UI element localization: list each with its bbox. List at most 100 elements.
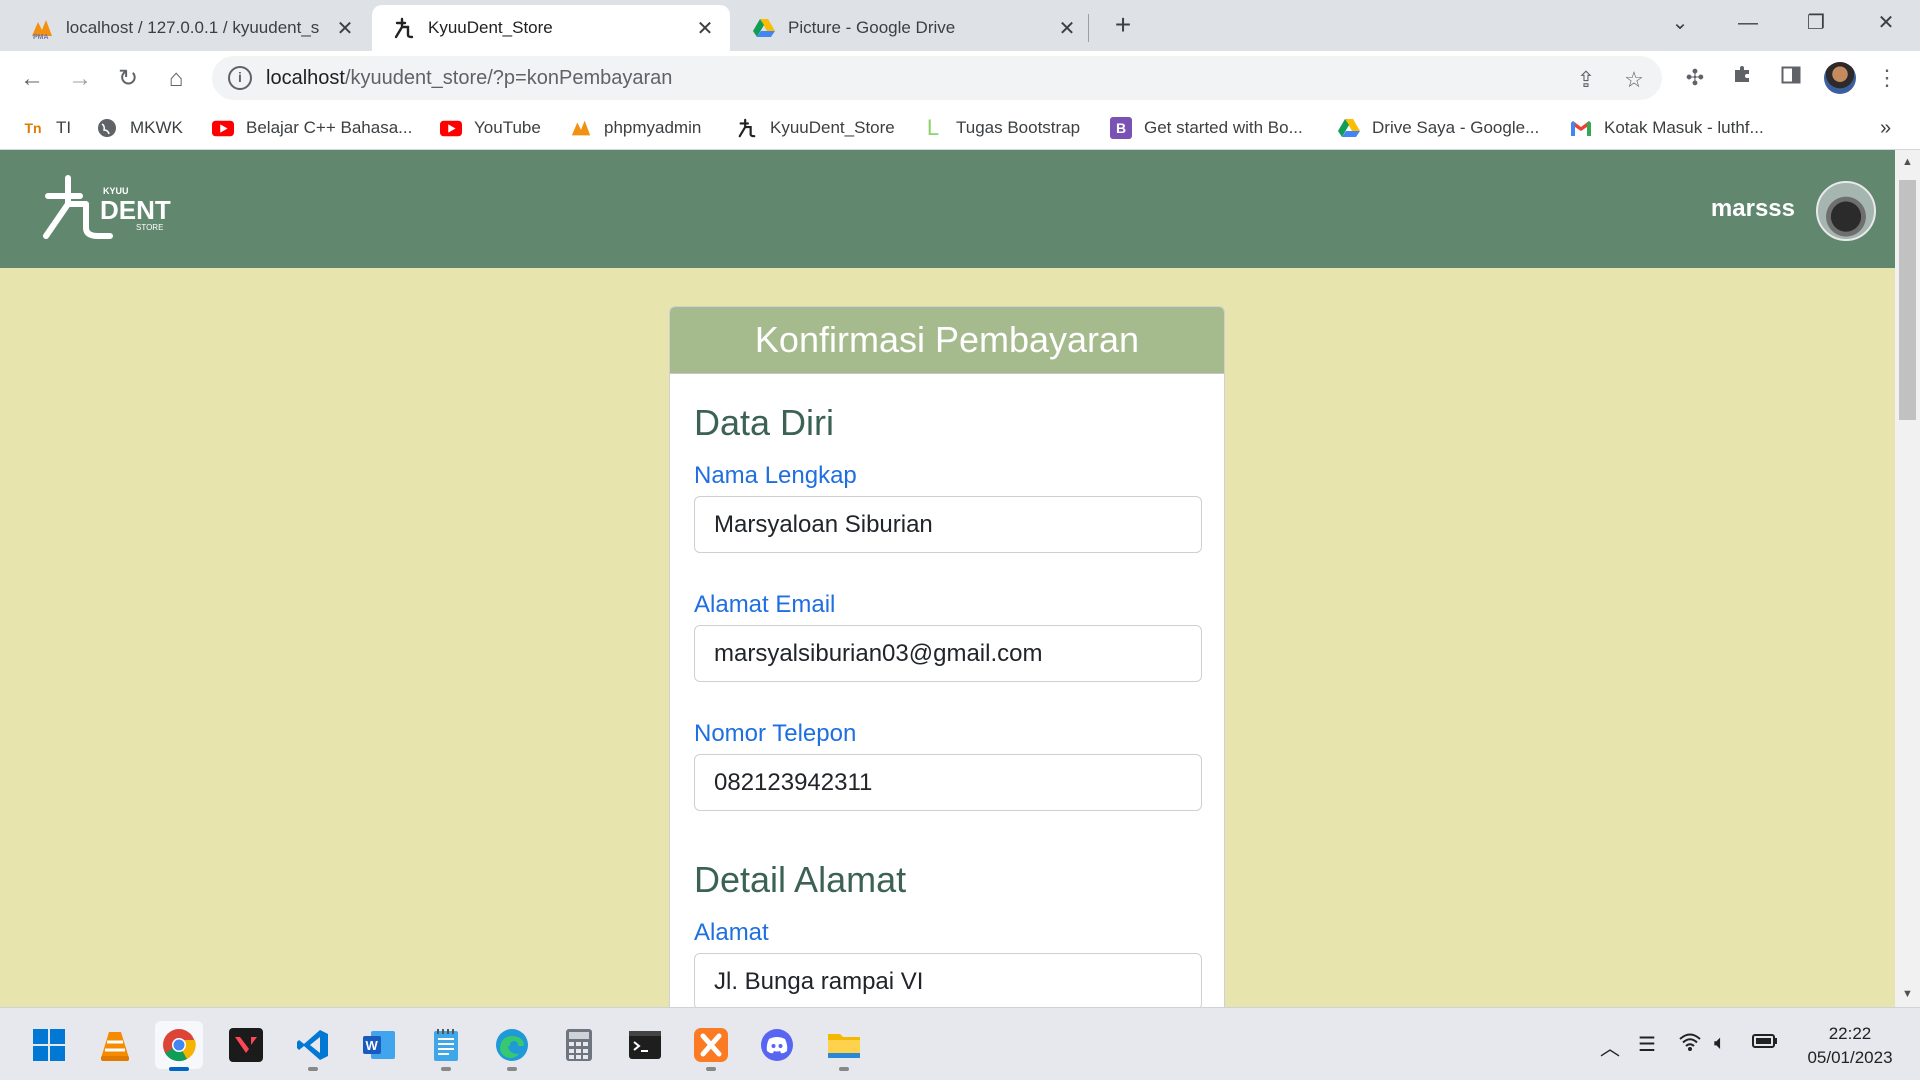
clock-date: 05/01/2023 bbox=[1807, 1048, 1893, 1067]
google-drive-icon bbox=[1338, 117, 1360, 139]
system-clock[interactable]: 22:22 05/01/2023 bbox=[1790, 1022, 1910, 1070]
more-bookmarks-button[interactable]: » bbox=[1880, 115, 1891, 141]
youtube-icon bbox=[440, 117, 462, 139]
bootstrap-icon: B bbox=[1110, 117, 1132, 139]
clock-time: 22:22 bbox=[1828, 1024, 1872, 1043]
home-button[interactable]: ⌂ bbox=[160, 63, 192, 95]
minimize-button[interactable]: — bbox=[1728, 8, 1768, 38]
phone-input[interactable] bbox=[694, 754, 1202, 811]
tab-title: localhost / 127.0.0.1 / kyuudent_s bbox=[66, 18, 320, 37]
bookmark-l-icon: L bbox=[926, 115, 940, 140]
xampp-icon[interactable] bbox=[687, 1021, 735, 1071]
discord-icon[interactable] bbox=[753, 1021, 801, 1069]
bookmark-bootstrap[interactable]: B Get started with Bo... bbox=[1110, 115, 1303, 141]
bookmark-gmail[interactable]: Kotak Masuk - luthf... bbox=[1570, 115, 1764, 141]
tab-search-icon[interactable]: ⌄ bbox=[1660, 8, 1700, 38]
notepad-icon[interactable] bbox=[422, 1021, 470, 1071]
bookmark-drive[interactable]: Drive Saya - Google... bbox=[1338, 115, 1539, 141]
bookmark-mkwk[interactable]: MKWK bbox=[96, 115, 183, 141]
phpmyadmin-icon bbox=[570, 117, 592, 139]
site-info-icon[interactable]: i bbox=[228, 66, 252, 90]
bookmark-youtube[interactable]: YouTube bbox=[440, 115, 541, 141]
address-label: Alamat bbox=[694, 919, 769, 946]
battery-icon[interactable] bbox=[1752, 1032, 1778, 1055]
back-button[interactable]: ← bbox=[16, 63, 48, 95]
scrollbar-thumb[interactable] bbox=[1899, 180, 1916, 420]
gmail-icon bbox=[1570, 117, 1592, 139]
scroll-down-arrow-icon[interactable]: ▼ bbox=[1895, 988, 1920, 1000]
vlc-icon[interactable] bbox=[91, 1021, 139, 1069]
windows-start-icon[interactable] bbox=[25, 1021, 73, 1069]
kyuudent-logo[interactable]: KYUU DENT STORE bbox=[40, 174, 180, 244]
phone-label: Nomor Telepon bbox=[694, 720, 857, 747]
tab-google-drive[interactable]: Picture - Google Drive ✕ bbox=[732, 5, 1092, 51]
calculator-icon[interactable] bbox=[555, 1021, 603, 1069]
bookmark-tugas-bootstrap[interactable]: L Tugas Bootstrap bbox=[922, 115, 1080, 141]
wifi-icon[interactable] bbox=[1678, 1032, 1702, 1058]
bookmark-belajar-cpp[interactable]: Belajar C++ Bahasa... bbox=[212, 115, 412, 141]
tray-overflow-chevron-icon[interactable]: ︿ bbox=[1600, 1032, 1620, 1061]
side-panel-icon[interactable] bbox=[1776, 63, 1806, 93]
google-drive-icon bbox=[752, 16, 776, 40]
section-title-detail-alamat: Detail Alamat bbox=[694, 859, 907, 900]
name-label: Nama Lengkap bbox=[694, 462, 857, 489]
email-input[interactable] bbox=[694, 625, 1202, 682]
bookmark-kyuudent[interactable]: KyuuDent_Store bbox=[736, 115, 895, 141]
page-scrollbar[interactable]: ▲ ▼ bbox=[1895, 150, 1920, 1007]
volume-icon[interactable]: 🔈︎ bbox=[1714, 1032, 1726, 1055]
tab-separator bbox=[1088, 14, 1089, 42]
svg-text:DENT: DENT bbox=[100, 195, 171, 225]
user-avatar[interactable] bbox=[1816, 181, 1876, 241]
ti-icon: Tn bbox=[24, 120, 42, 136]
edge-icon[interactable] bbox=[488, 1021, 536, 1071]
new-tab-button[interactable]: + bbox=[1108, 10, 1138, 40]
browser-toolbar: ← → ↻ ⌂ i localhost/kyuudent_store/?p=ko… bbox=[0, 51, 1920, 105]
close-window-button[interactable]: ✕ bbox=[1866, 8, 1906, 38]
svg-text:PMA: PMA bbox=[33, 34, 49, 40]
restore-button[interactable]: ❐ bbox=[1796, 8, 1836, 38]
bookmark-phpmyadmin[interactable]: phpmyadmin bbox=[570, 115, 701, 141]
site-navbar: KYUU DENT STORE marsss bbox=[0, 150, 1895, 268]
address-input[interactable] bbox=[694, 953, 1202, 1007]
tab-title: KyuuDent_Store bbox=[428, 18, 553, 37]
extensions-puzzle-icon[interactable] bbox=[1728, 63, 1758, 93]
section-title-data-diri: Data Diri bbox=[694, 402, 835, 443]
email-label: Alamat Email bbox=[694, 591, 836, 618]
vscode-icon[interactable] bbox=[289, 1021, 337, 1071]
browser-tab-bar: PMA localhost / 127.0.0.1 / kyuudent_s ✕… bbox=[0, 0, 1920, 51]
share-icon[interactable]: ⇪ bbox=[1572, 66, 1600, 94]
svg-text:STORE: STORE bbox=[136, 223, 163, 232]
card-body: Data Diri Nama Lengkap Alamat Email Nomo… bbox=[670, 402, 1224, 1007]
tab-title: Picture - Google Drive bbox=[788, 18, 956, 37]
youtube-icon bbox=[212, 117, 234, 139]
tab-phpmyadmin[interactable]: PMA localhost / 127.0.0.1 / kyuudent_s ✕ bbox=[10, 5, 370, 51]
payment-confirmation-card: Konfirmasi Pembayaran Data Diri Nama Len… bbox=[669, 306, 1225, 1007]
globe-icon bbox=[96, 117, 118, 139]
username-label[interactable]: marsss bbox=[1711, 195, 1795, 223]
word-icon[interactable]: W bbox=[355, 1021, 403, 1069]
move-extension-icon[interactable]: ✣ bbox=[1680, 63, 1710, 93]
close-tab-icon[interactable]: ✕ bbox=[1056, 16, 1078, 41]
forward-button[interactable]: → bbox=[64, 63, 96, 95]
bookmark-ti[interactable]: Tn TI bbox=[22, 115, 71, 141]
svg-text:W: W bbox=[366, 1038, 379, 1053]
close-tab-icon[interactable]: ✕ bbox=[694, 16, 716, 41]
chrome-icon[interactable] bbox=[155, 1021, 203, 1071]
scroll-up-arrow-icon[interactable]: ▲ bbox=[1895, 156, 1920, 168]
address-bar[interactable]: i localhost/kyuudent_store/?p=konPembaya… bbox=[212, 56, 1662, 100]
close-tab-icon[interactable]: ✕ bbox=[334, 16, 356, 41]
file-explorer-icon[interactable] bbox=[820, 1021, 868, 1071]
notification-center-icon[interactable]: ☰ bbox=[1638, 1032, 1656, 1057]
phpmyadmin-icon: PMA bbox=[30, 16, 54, 40]
reload-button[interactable]: ↻ bbox=[112, 63, 144, 95]
browser-profile-avatar[interactable] bbox=[1824, 62, 1856, 94]
url-text: localhost/kyuudent_store/?p=konPembayara… bbox=[266, 66, 673, 89]
valorant-icon[interactable] bbox=[222, 1021, 270, 1069]
chrome-menu-icon[interactable]: ⋮ bbox=[1872, 63, 1902, 93]
bookmark-star-icon[interactable]: ☆ bbox=[1620, 66, 1648, 94]
page-viewport: KYUU DENT STORE marsss Konfirmasi Pembay… bbox=[0, 150, 1895, 1007]
bookmarks-bar: Tn TI MKWK Belajar C++ Bahasa... YouTube … bbox=[0, 105, 1920, 150]
full-name-input[interactable] bbox=[694, 496, 1202, 553]
tab-kyuudent[interactable]: KyuuDent_Store ✕ bbox=[372, 5, 730, 51]
terminal-icon[interactable] bbox=[621, 1021, 669, 1069]
